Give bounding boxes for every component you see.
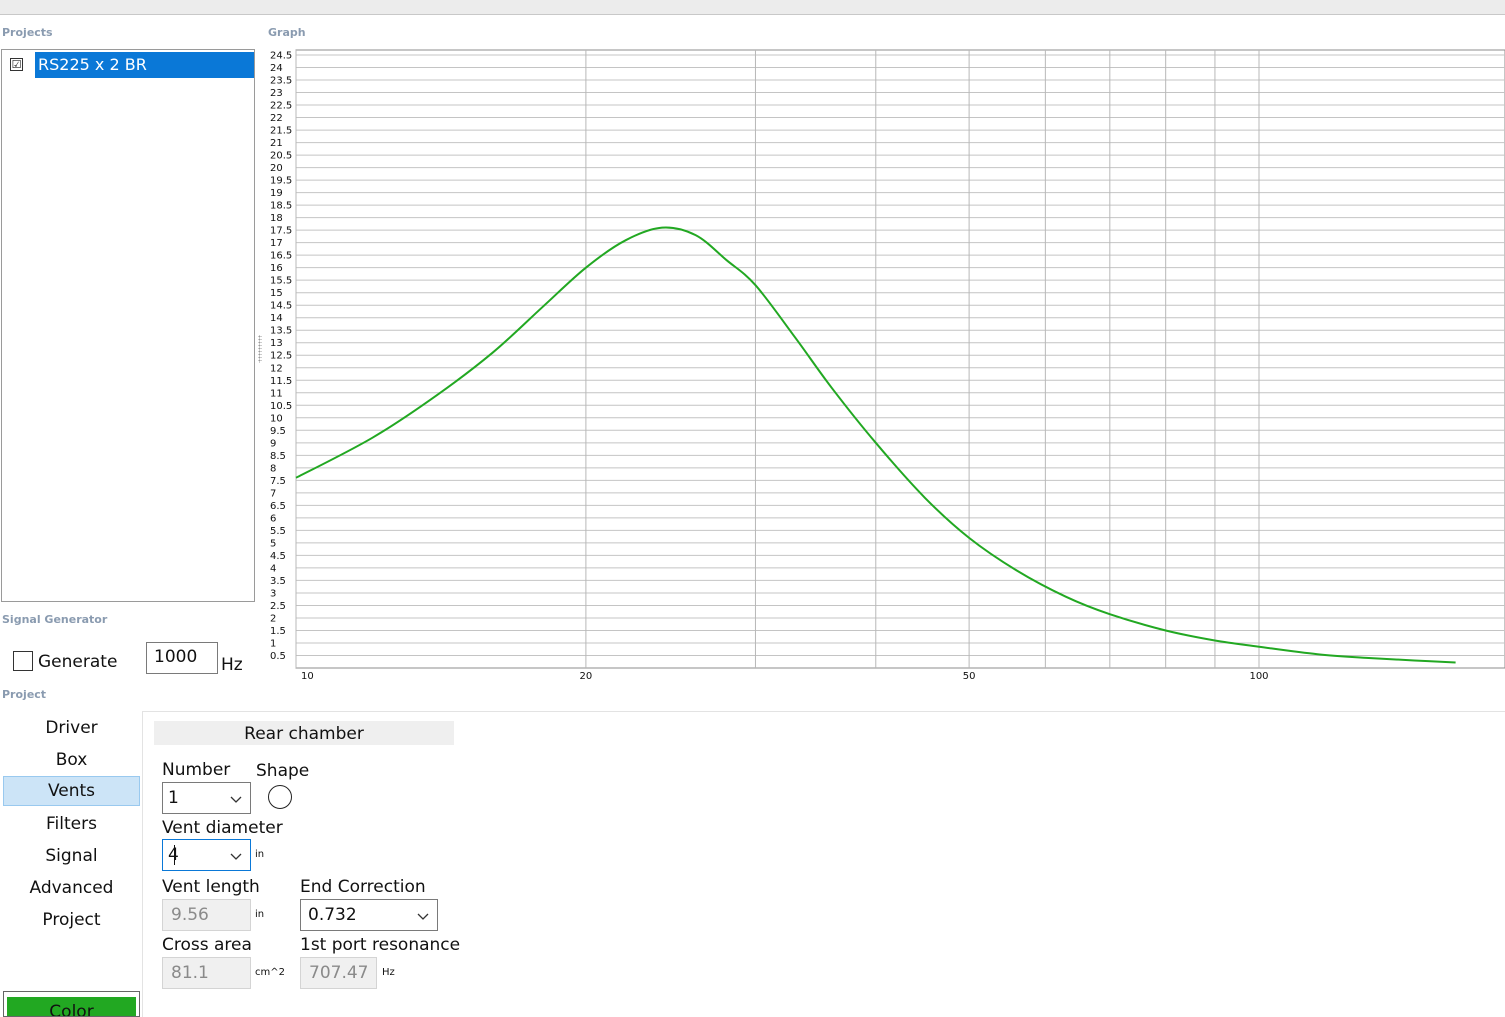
- vent-diameter-unit: in: [255, 849, 265, 860]
- y-tick-label: 7.5: [270, 476, 286, 487]
- text-caret: [174, 845, 175, 865]
- y-tick-label: 19.5: [270, 176, 292, 187]
- y-tick-label: 11.5: [270, 376, 292, 387]
- nav-box[interactable]: Box: [3, 745, 140, 775]
- y-tick-label: 19: [270, 188, 283, 199]
- x-axis-ticks: 10 20 50 100: [301, 671, 1269, 682]
- nav-advanced[interactable]: Advanced: [3, 873, 140, 903]
- y-tick-label: 13.5: [270, 326, 292, 337]
- y-tick-label: 21.5: [270, 126, 292, 137]
- port-resonance-unit: Hz: [382, 967, 395, 978]
- nav-filters[interactable]: Filters: [3, 809, 140, 839]
- y-tick-label: 14.5: [270, 301, 292, 312]
- y-tick-label: 6: [270, 513, 276, 524]
- response-graph[interactable]: 0.5 11.5 22.5 33.5 44.5 55.5 66.5 77.5 88.5 99.5 1…: [0, 0, 1505, 690]
- nav-project[interactable]: Project: [3, 905, 140, 935]
- vent-length-unit: in: [255, 909, 265, 920]
- y-tick-label: 5: [270, 538, 276, 549]
- cross-area-label: Cross area: [162, 935, 252, 955]
- number-label: Number: [162, 760, 231, 780]
- y-tick-label: 18: [270, 213, 283, 224]
- y-tick-label: 12: [270, 363, 283, 374]
- number-value: 1: [168, 788, 179, 808]
- y-tick-label: 23.5: [270, 76, 292, 87]
- y-tick-label: 8: [270, 463, 276, 474]
- nav-signal[interactable]: Signal: [3, 841, 140, 871]
- y-tick-label: 11: [270, 388, 283, 399]
- y-tick-label: 3.5: [270, 576, 286, 587]
- y-tick-label: 9: [270, 438, 276, 449]
- end-correction-value: 0.732: [308, 905, 357, 925]
- y-tick-label: 14: [270, 313, 283, 324]
- y-tick-label: 0.5: [270, 651, 286, 662]
- port-resonance-label: 1st port resonance: [300, 935, 461, 955]
- y-tick-label: 9.5: [270, 426, 286, 437]
- shape-label: Shape: [256, 761, 310, 781]
- y-tick-label: 22.5: [270, 101, 292, 112]
- graph-grid: [295, 49, 1505, 669]
- y-tick-label: 17: [270, 238, 283, 249]
- cross-area-unit: cm^2: [255, 967, 285, 978]
- chevron-down-icon: [230, 853, 242, 860]
- x-tick-label: 10: [301, 671, 314, 682]
- x-tick-label: 20: [580, 671, 593, 682]
- y-tick-label: 21: [270, 138, 283, 149]
- y-tick-label: 24: [270, 63, 283, 74]
- y-tick-label: 8.5: [270, 451, 286, 462]
- y-axis-ticks: 0.5 11.5 22.5 33.5 44.5 55.5 66.5 77.5 88.5 99.5 1…: [270, 51, 292, 662]
- x-tick-label: 50: [963, 671, 976, 682]
- circle-shape-icon[interactable]: [268, 785, 292, 809]
- vent-diameter-label: Vent diameter: [162, 818, 283, 838]
- y-tick-label: 20: [270, 163, 283, 174]
- port-resonance-field: 707.47: [300, 957, 377, 989]
- y-tick-label: 2: [270, 613, 276, 624]
- y-tick-label: 7: [270, 488, 276, 499]
- y-tick-label: 20.5: [270, 151, 292, 162]
- y-tick-label: 22: [270, 113, 283, 124]
- y-tick-label: 10: [270, 413, 283, 424]
- y-tick-label: 10.5: [270, 401, 292, 412]
- y-tick-label: 13: [270, 338, 283, 349]
- vent-length-field: 9.56: [162, 899, 251, 931]
- chevron-down-icon: [230, 796, 242, 803]
- nav-driver[interactable]: Driver: [3, 713, 140, 743]
- vent-length-label: Vent length: [162, 877, 260, 897]
- color-button-label: Color: [7, 997, 136, 1016]
- y-tick-label: 2.5: [270, 601, 286, 612]
- y-tick-label: 12.5: [270, 351, 292, 362]
- nav-vents[interactable]: Vents: [3, 776, 140, 806]
- chevron-down-icon: [417, 913, 429, 920]
- y-tick-label: 1: [270, 638, 276, 649]
- y-tick-label: 15: [270, 288, 283, 299]
- y-tick-label: 16: [270, 263, 283, 274]
- y-tick-label: 3: [270, 588, 276, 599]
- number-dropdown[interactable]: 1: [162, 782, 251, 814]
- y-tick-label: 6.5: [270, 501, 286, 512]
- end-correction-label: End Correction: [300, 877, 426, 897]
- end-correction-dropdown[interactable]: 0.732: [300, 899, 438, 931]
- y-tick-label: 4: [270, 563, 276, 574]
- rear-chamber-tab[interactable]: Rear chamber: [154, 721, 454, 745]
- y-tick-label: 16.5: [270, 251, 292, 262]
- y-tick-label: 4.5: [270, 551, 286, 562]
- color-button[interactable]: Color: [3, 991, 140, 1017]
- y-tick-label: 23: [270, 88, 283, 99]
- y-tick-label: 18.5: [270, 201, 292, 212]
- vent-diameter-dropdown[interactable]: 4: [162, 839, 251, 871]
- y-tick-label: 17.5: [270, 226, 292, 237]
- y-tick-label: 15.5: [270, 276, 292, 287]
- y-tick-label: 24.5: [270, 51, 292, 62]
- cross-area-field: 81.1: [162, 957, 251, 989]
- y-tick-label: 1.5: [270, 626, 286, 637]
- x-tick-label: 100: [1249, 671, 1268, 682]
- y-tick-label: 5.5: [270, 526, 286, 537]
